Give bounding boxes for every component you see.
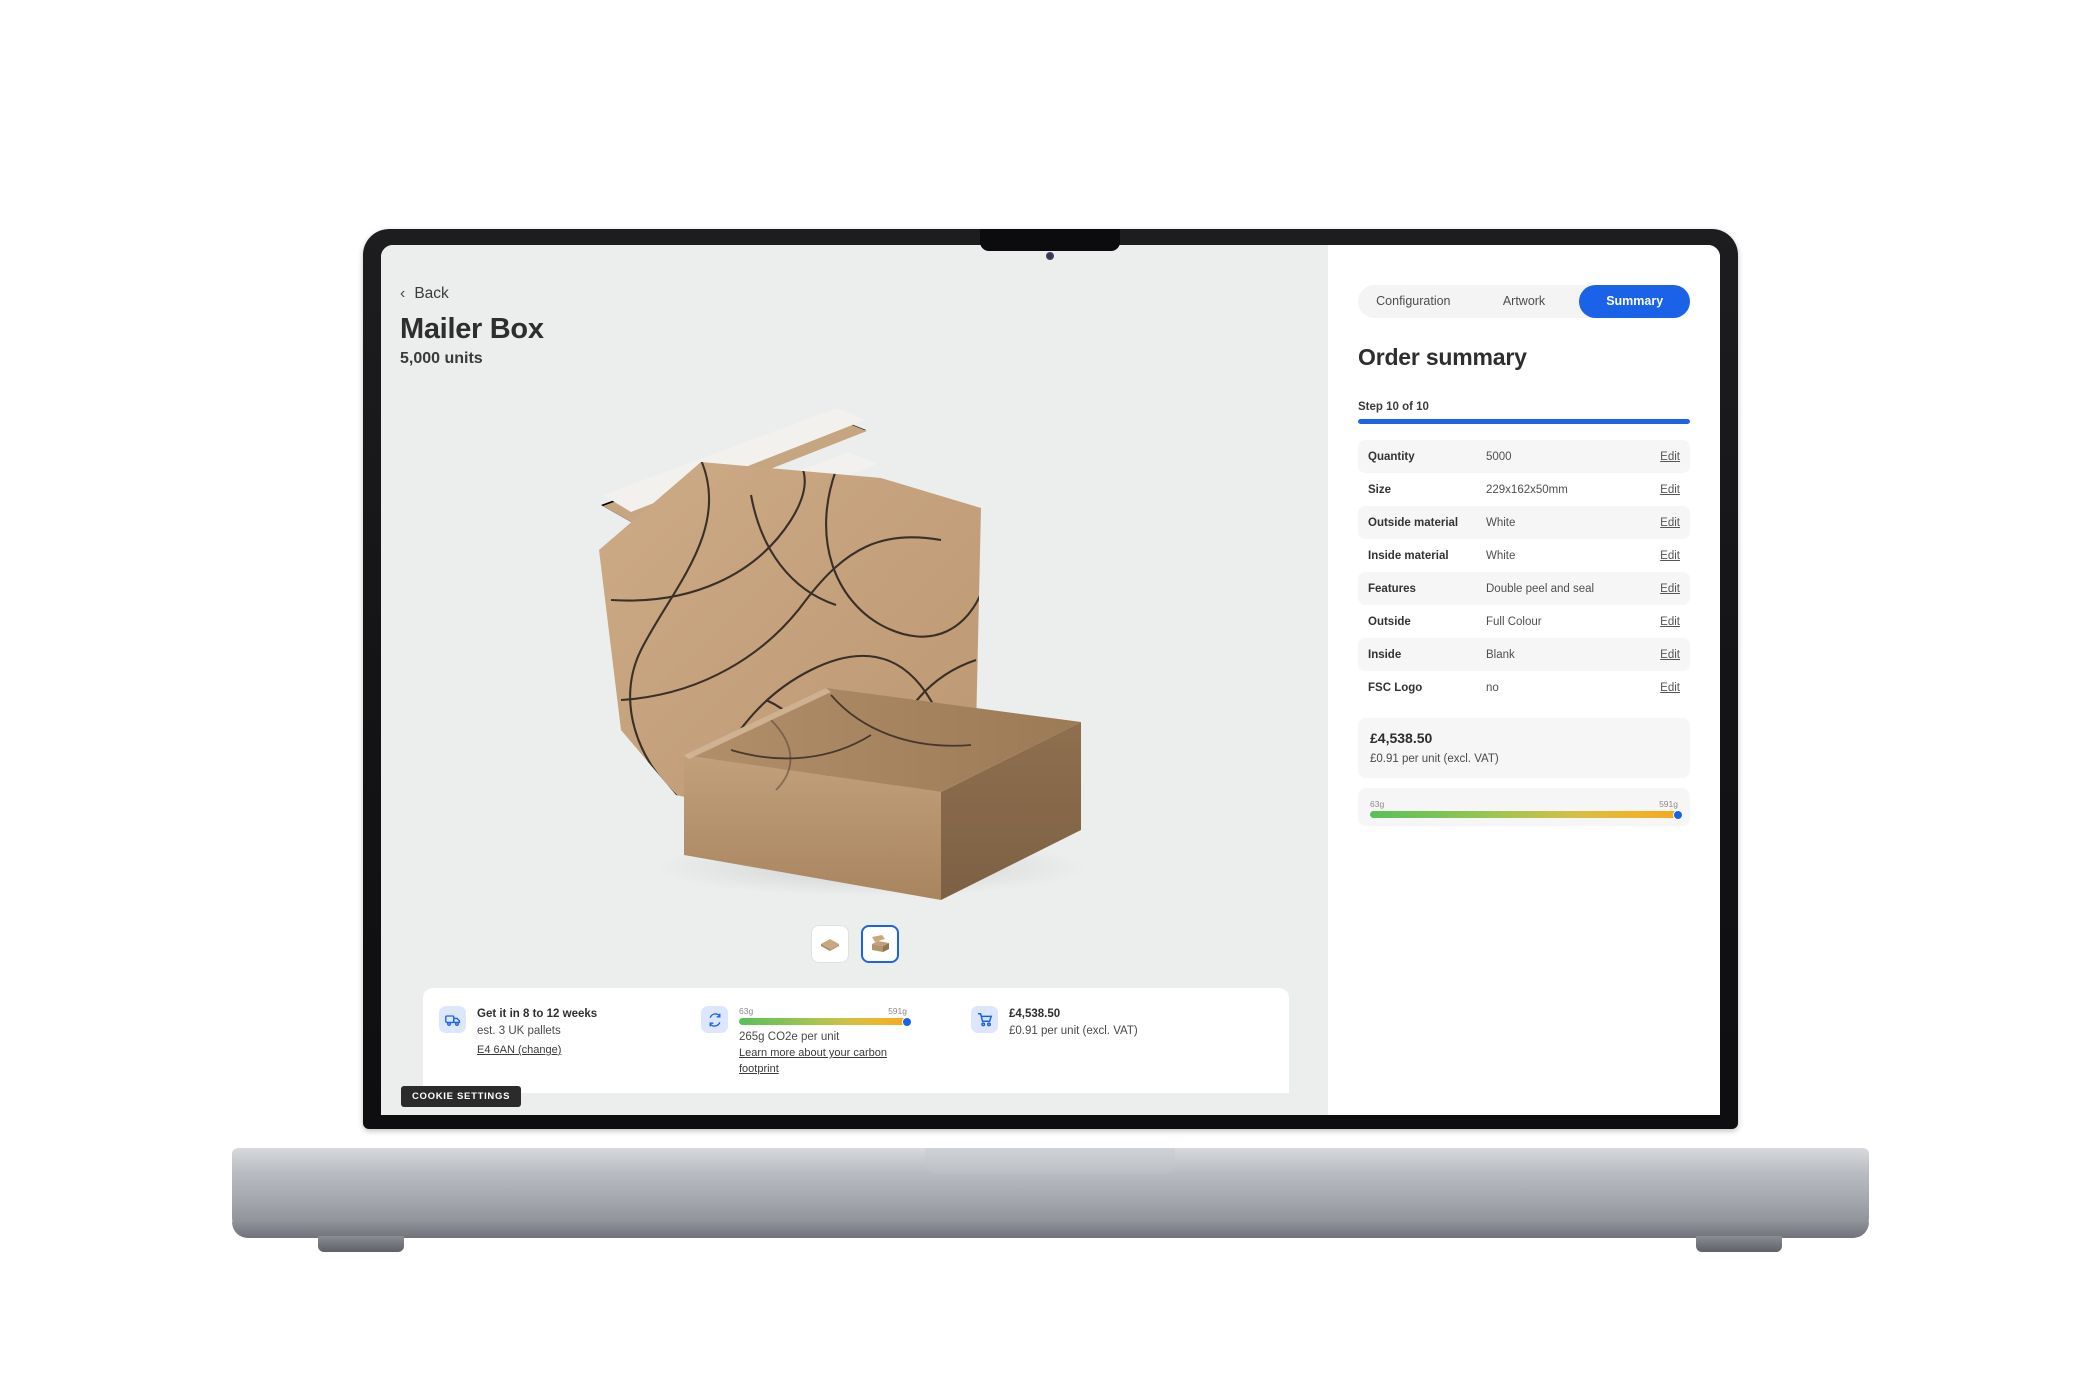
thumbnail-list[interactable] <box>810 925 899 963</box>
chevron-left-icon: ‹ <box>400 285 406 302</box>
summary-row: FSC Logo no Edit <box>1358 671 1690 704</box>
summary-row-key: Outside <box>1368 615 1411 628</box>
product-image <box>581 400 1141 910</box>
laptop-base-shadow <box>232 1222 1869 1238</box>
delivery-pallets: est. 3 UK pallets <box>477 1024 561 1037</box>
postcode-change-link[interactable]: E4 6AN (change) <box>477 1043 561 1059</box>
carbon-slider[interactable] <box>739 1016 912 1027</box>
summary-row-edit-link[interactable]: Edit <box>1660 616 1680 628</box>
recycle-icon <box>701 1006 728 1033</box>
summary-carbon-handle[interactable] <box>1673 809 1683 820</box>
carbon-summary-card: 63g 591g 265g CO2e per unit <box>1358 788 1690 826</box>
cart-icon <box>971 1006 998 1033</box>
summary-row: Size 229x162x50mm Edit <box>1358 473 1690 506</box>
tab-bar[interactable]: Configuration Artwork Summary <box>1358 285 1691 318</box>
summary-row: Outside Full Colour Edit <box>1358 605 1690 638</box>
summary-row: Outside material White Edit <box>1358 506 1690 539</box>
tab-configuration[interactable]: Configuration <box>1358 285 1469 318</box>
summary-carbon-value: 265g CO2e per unit <box>1370 824 1678 826</box>
laptop-foot-right <box>1696 1236 1782 1252</box>
step-indicator: Step 10 of 10 <box>1358 401 1429 413</box>
summary-row-value: 5000 <box>1486 450 1512 463</box>
summary-row-value: no <box>1486 681 1499 694</box>
summary-row-value: Blank <box>1486 648 1515 661</box>
carbon-value: 265g CO2e per unit <box>739 1031 840 1043</box>
laptop-foot-left <box>318 1236 404 1252</box>
summary-row: Features Double peel and seal Edit <box>1358 572 1690 605</box>
carbon-max-label: 591g <box>888 1006 907 1016</box>
back-button[interactable]: ‹ Back <box>400 285 449 303</box>
sidebar-title: Order summary <box>1358 344 1527 370</box>
carbon-info: 63g 591g 265g CO2e per unit Learn more a… <box>701 1006 971 1093</box>
carbon-scale-labels: 63g 591g <box>739 1006 907 1016</box>
summary-row-value: 229x162x50mm <box>1486 483 1568 496</box>
summary-row-value: White <box>1486 549 1516 562</box>
summary-table: Quantity 5000 Edit Size 229x162x50mm Edit Outs… <box>1358 440 1690 704</box>
summary-price-per-unit: £0.91 per unit (excl. VAT) <box>1370 753 1499 765</box>
product-preview-pane: ‹ Back Mailer Box 5,000 units Get it in … <box>381 245 1328 1115</box>
summary-row-edit-link[interactable]: Edit <box>1660 583 1680 595</box>
carbon-learn-more-link[interactable]: Learn more about your carbon footprint <box>739 1046 899 1078</box>
price-summary-card: £4,538.50 £0.91 per unit (excl. VAT) <box>1358 718 1690 778</box>
delivery-headline: Get it in 8 to 12 weeks <box>477 1008 598 1020</box>
summary-carbon-labels: 63g 591g <box>1370 799 1678 809</box>
summary-price-total: £4,538.50 <box>1370 730 1433 746</box>
summary-row: Quantity 5000 Edit <box>1358 440 1690 473</box>
thumbnail-closed-box[interactable] <box>810 925 849 963</box>
summary-row-edit-link[interactable]: Edit <box>1660 682 1680 694</box>
back-label: Back <box>414 285 449 302</box>
price-info: £4,538.50 £0.91 per unit (excl. VAT) <box>971 1006 1251 1093</box>
summary-row-key: FSC Logo <box>1368 681 1423 694</box>
tab-summary[interactable]: Summary <box>1579 285 1691 318</box>
summary-row-key: Features <box>1368 582 1416 595</box>
summary-row-edit-link[interactable]: Edit <box>1660 649 1680 661</box>
summary-carbon-min: 63g <box>1370 799 1385 809</box>
laptop-notch <box>980 229 1120 251</box>
summary-row-key: Quantity <box>1368 450 1415 463</box>
info-bar: Get it in 8 to 12 weeks est. 3 UK pallet… <box>423 988 1289 1093</box>
browser-screen: ‹ Back Mailer Box 5,000 units Get it in … <box>381 245 1720 1115</box>
summary-carbon-max: 591g <box>1659 799 1678 809</box>
summary-row-key: Inside <box>1368 648 1402 661</box>
summary-row-key: Outside material <box>1368 516 1459 529</box>
summary-row-key: Inside material <box>1368 549 1449 562</box>
delivery-info: Get it in 8 to 12 weeks est. 3 UK pallet… <box>439 1006 701 1093</box>
summary-row-value: Full Colour <box>1486 615 1542 628</box>
screenshot-stage: ‹ Back Mailer Box 5,000 units Get it in … <box>0 0 2100 1400</box>
progress-bar-fill <box>1358 419 1690 424</box>
summary-row-value: Double peel and seal <box>1486 582 1595 595</box>
truck-icon <box>439 1006 466 1033</box>
carbon-slider-handle[interactable] <box>902 1016 912 1027</box>
price-total: £4,538.50 <box>1009 1008 1061 1020</box>
tab-artwork[interactable]: Artwork <box>1469 285 1580 318</box>
carbon-min-label: 63g <box>739 1006 754 1016</box>
price-per-unit: £0.91 per unit (excl. VAT) <box>1009 1024 1138 1037</box>
summary-row-edit-link[interactable]: Edit <box>1660 550 1680 562</box>
summary-row-value: White <box>1486 516 1516 529</box>
summary-carbon-slider[interactable] <box>1370 809 1683 820</box>
laptop-base-lip <box>925 1148 1175 1174</box>
summary-row: Inside material White Edit <box>1358 539 1690 572</box>
summary-row-edit-link[interactable]: Edit <box>1660 484 1680 496</box>
thumbnail-open-box[interactable] <box>860 925 899 963</box>
summary-row-edit-link[interactable]: Edit <box>1660 517 1680 529</box>
summary-row-edit-link[interactable]: Edit <box>1660 451 1680 463</box>
page-title: Mailer Box <box>400 313 544 345</box>
units-label: 5,000 units <box>400 350 483 367</box>
order-summary-sidebar: Configuration Artwork Summary Order summ… <box>1328 245 1720 1115</box>
summary-row: Inside Blank Edit <box>1358 638 1690 671</box>
webcam-icon <box>1046 252 1054 260</box>
cookie-settings-button[interactable]: COOKIE SETTINGS <box>401 1086 522 1107</box>
summary-row-key: Size <box>1368 483 1392 496</box>
progress-bar <box>1358 419 1690 424</box>
